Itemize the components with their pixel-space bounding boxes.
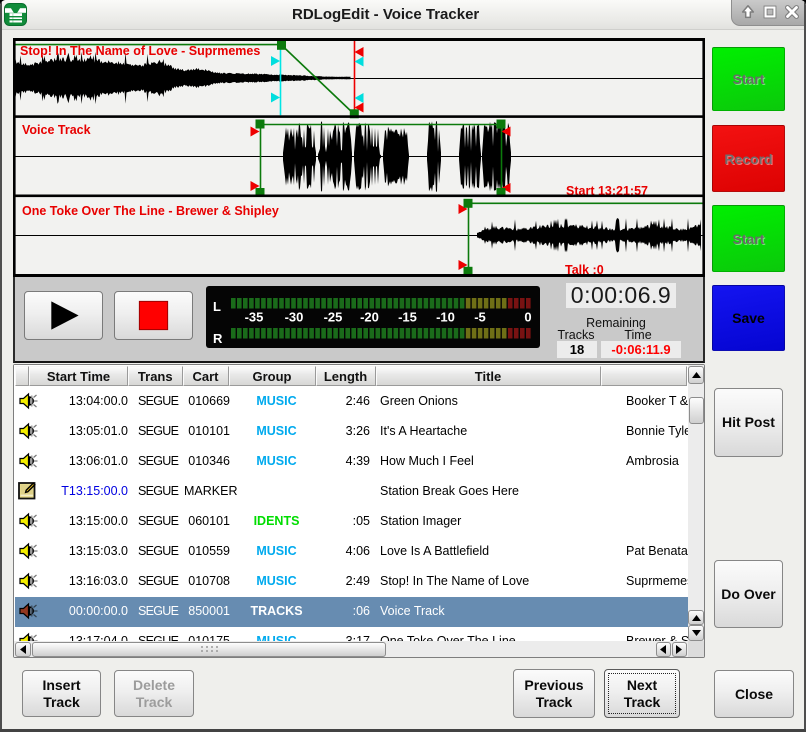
svg-text:-30: -30 — [285, 310, 304, 325]
svg-text:-10: -10 — [436, 310, 455, 325]
svg-text:Stop! In The Name of Love - Su: Stop! In The Name of Love - Suprmemes — [20, 44, 260, 58]
svg-text:-35: -35 — [245, 310, 264, 325]
svg-text:-5: -5 — [474, 310, 486, 325]
svg-text:-20: -20 — [360, 310, 379, 325]
svg-text:One Toke Over The Line - Brewe: One Toke Over The Line - Brewer & Shiple… — [22, 204, 279, 218]
svg-text:Voice Track: Voice Track — [22, 123, 91, 137]
svg-text:0: 0 — [524, 310, 531, 325]
svg-text:-25: -25 — [324, 310, 343, 325]
svg-text:-15: -15 — [398, 310, 417, 325]
